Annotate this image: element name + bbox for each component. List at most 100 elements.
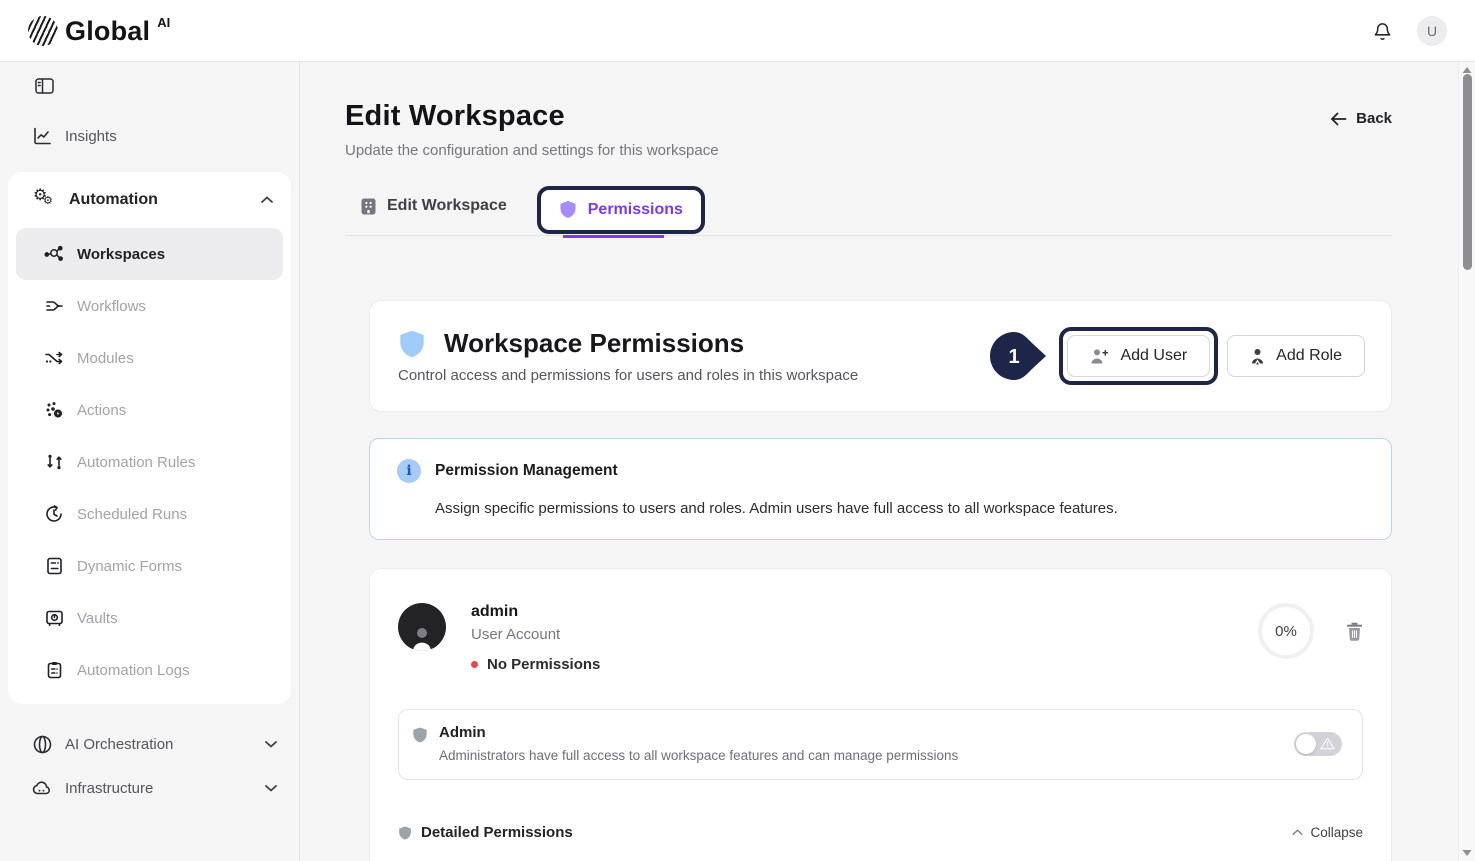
- annotation-box-add-user: Add User: [1059, 327, 1218, 385]
- sidebar-item-ai-orchestration[interactable]: AI Orchestration: [0, 722, 299, 766]
- user-plus-icon: [1090, 348, 1109, 365]
- logo-superscript: AI: [157, 15, 170, 30]
- back-button[interactable]: Back: [1330, 110, 1392, 127]
- automation-logs-icon: [44, 661, 64, 679]
- active-tab-underline: [563, 235, 664, 238]
- group-label: Automation: [69, 191, 158, 209]
- annotation-badge-1: 1: [989, 330, 1047, 382]
- sidebar-item-modules[interactable]: Modules: [16, 332, 283, 384]
- global-ai-logo: Global AI: [28, 14, 170, 48]
- detailed-permissions-label: Detailed Permissions: [421, 824, 573, 841]
- main-content: Edit Workspace Back Update the configura…: [300, 62, 1475, 861]
- app-header: Global AI U: [0, 0, 1475, 62]
- scrollbar-thumb[interactable]: [1463, 74, 1472, 270]
- dynamic-forms-icon: [44, 557, 64, 575]
- gears-icon: ⚙⚙: [33, 188, 57, 212]
- chevron-up-icon: [261, 196, 273, 204]
- sidebar-item-label: Workflows: [77, 298, 146, 315]
- scrollbar-down-arrow-icon[interactable]: [1462, 849, 1472, 857]
- building-icon: [361, 198, 376, 215]
- progress-value: 0%: [1275, 623, 1297, 640]
- logo-text: Global: [65, 14, 150, 48]
- shield-icon: [559, 200, 577, 219]
- card-subtitle: Control access and permissions for users…: [398, 367, 858, 384]
- chevron-down-icon: [265, 740, 277, 748]
- sidebar-group-automation[interactable]: ⚙⚙ Automation: [8, 172, 291, 228]
- card-title: Workspace Permissions: [444, 328, 744, 359]
- toggle-knob: [1296, 734, 1316, 754]
- sidebar-item-label: Infrastructure: [65, 780, 153, 797]
- sidebar-item-label: Automation Logs: [77, 662, 190, 679]
- role-person-icon: [1250, 348, 1265, 365]
- sidebar-item-automation-logs[interactable]: Automation Logs: [16, 644, 283, 696]
- delete-user-button[interactable]: [1346, 622, 1363, 641]
- page-layout: Insights ⚙⚙ Automation: [0, 62, 1475, 861]
- permission-title: Admin: [439, 724, 958, 741]
- notifications-bell-icon[interactable]: [1372, 20, 1393, 42]
- tab-label: Permissions: [588, 201, 683, 219]
- add-user-button[interactable]: Add User: [1067, 335, 1210, 377]
- sidebar-item-scheduled-runs[interactable]: Scheduled Runs: [16, 488, 283, 540]
- workspace-permissions-card: Workspace Permissions Control access and…: [369, 300, 1392, 412]
- vertical-scrollbar[interactable]: [1458, 62, 1475, 861]
- chevron-up-icon: [1292, 829, 1303, 836]
- sidebar-item-label: Automation Rules: [77, 454, 195, 471]
- sidebar-item-label: Insights: [65, 128, 117, 145]
- svg-text:1: 1: [1009, 346, 1020, 368]
- sidebar-item-insights[interactable]: Insights: [0, 114, 299, 158]
- sidebar-item-label: Dynamic Forms: [77, 558, 182, 575]
- shield-icon: [412, 726, 428, 744]
- sidebar-item-label: Modules: [77, 350, 134, 367]
- user-avatar-dark: [398, 603, 446, 651]
- logo-sphere-icon: [28, 16, 58, 46]
- add-role-button[interactable]: Add Role: [1227, 335, 1365, 377]
- user-avatar[interactable]: U: [1417, 16, 1447, 46]
- sidebar-item-actions[interactable]: Actions: [16, 384, 283, 436]
- tab-edit-workspace[interactable]: Edit Workspace: [345, 183, 523, 235]
- trash-icon: [1346, 622, 1363, 641]
- user-name: admin: [471, 603, 600, 621]
- button-label: Add Role: [1276, 347, 1342, 365]
- sidebar-item-dynamic-forms[interactable]: Dynamic Forms: [16, 540, 283, 592]
- admin-permission-toggle[interactable]: [1294, 732, 1342, 756]
- shield-icon: [398, 329, 426, 359]
- sidebar-item-workflows[interactable]: Workflows: [16, 280, 283, 332]
- workspaces-icon: [44, 245, 64, 263]
- shield-icon: [398, 825, 412, 841]
- collapse-label: Collapse: [1310, 825, 1363, 840]
- sidebar: Insights ⚙⚙ Automation: [0, 62, 300, 861]
- insights-chart-icon: [32, 127, 52, 145]
- page-subtitle: Update the configuration and settings fo…: [345, 142, 1392, 159]
- ai-orchestration-icon: [32, 735, 52, 754]
- sidebar-item-vaults[interactable]: Vaults: [16, 592, 283, 644]
- vaults-icon: [44, 609, 64, 627]
- modules-icon: [44, 349, 64, 367]
- sidebar-automation-group: ⚙⚙ Automation Workspaces: [8, 172, 291, 704]
- header-actions: U: [1372, 16, 1447, 46]
- sidebar-item-label: Vaults: [77, 610, 118, 627]
- collapse-button[interactable]: Collapse: [1292, 825, 1363, 840]
- detailed-permissions-header: Detailed Permissions Collapse: [398, 824, 1363, 841]
- arrow-left-icon: [1330, 112, 1347, 126]
- tab-label: Edit Workspace: [387, 197, 507, 215]
- info-title: Permission Management: [435, 462, 618, 480]
- tab-permissions[interactable]: Permissions: [559, 200, 683, 219]
- sidebar-item-workspaces[interactable]: Workspaces: [16, 228, 283, 280]
- admin-permission-row: Admin Administrators have full access to…: [398, 709, 1363, 780]
- user-account-type: User Account: [471, 626, 600, 643]
- sidebar-item-label: Scheduled Runs: [77, 506, 187, 523]
- sidebar-item-automation-rules[interactable]: Automation Rules: [16, 436, 283, 488]
- actions-icon: [44, 401, 64, 419]
- permission-description: Administrators have full access to all w…: [439, 748, 958, 763]
- sidebar-item-infrastructure[interactable]: Infrastructure: [0, 766, 299, 810]
- chevron-down-icon: [265, 784, 277, 792]
- back-label: Back: [1356, 110, 1392, 127]
- sidebar-toggle-icon[interactable]: [35, 78, 54, 94]
- info-description: Assign specific permissions to users and…: [435, 500, 1367, 517]
- warning-triangle-icon: [1320, 737, 1335, 750]
- workflows-icon: [44, 297, 64, 315]
- scrollbar-up-arrow-icon[interactable]: [1462, 66, 1472, 74]
- permission-management-info-box: i Permission Management Assign specific …: [369, 438, 1392, 540]
- status-label: No Permissions: [487, 656, 600, 673]
- sidebar-item-label: Workspaces: [77, 246, 165, 263]
